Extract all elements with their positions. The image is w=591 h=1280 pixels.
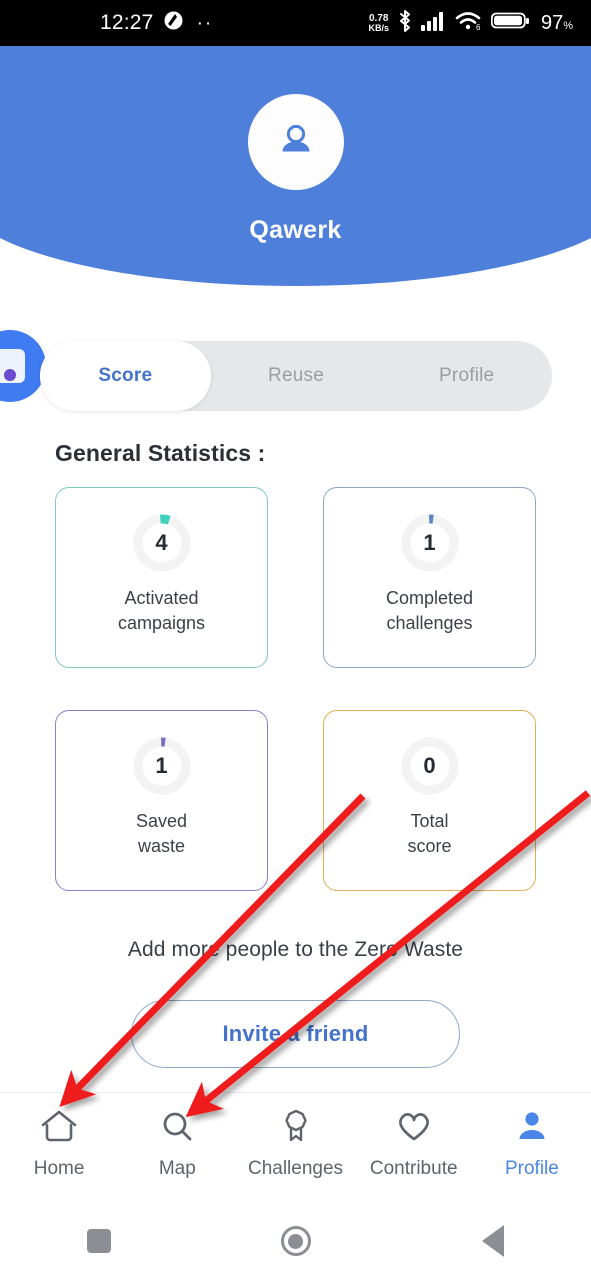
stat-card-label: Saved waste (136, 809, 187, 859)
nav-item-contribute[interactable]: Contribute (355, 1093, 473, 1203)
android-status-bar: 12:27 ·· 0.78 KB/s 6 97% (0, 0, 591, 46)
home-icon (39, 1109, 79, 1150)
search-magnifier-icon (157, 1109, 197, 1150)
stat-label-line1: Saved (135, 811, 188, 831)
battery-icon (490, 11, 531, 36)
heart-icon (394, 1109, 434, 1150)
stat-card-label: Activated campaigns (118, 586, 205, 636)
stat-label-line1: Activated (124, 588, 199, 608)
tab-score-label: Score (98, 365, 153, 386)
progress-ring: 0 (399, 735, 461, 797)
person-avatar-icon (273, 117, 319, 168)
wifi-6-icon: 6 (455, 11, 483, 36)
back-button[interactable] (394, 1225, 591, 1257)
badge-ribbon-icon (276, 1109, 316, 1150)
general-statistics-title: General Statistics : (55, 440, 266, 466)
nav-label-profile: Profile (504, 1158, 559, 1179)
recents-button[interactable] (0, 1229, 197, 1253)
nav-label-contribute: Contribute (369, 1158, 458, 1179)
nav-item-map[interactable]: Map (118, 1093, 236, 1203)
cellular-signal-icon (420, 11, 447, 36)
svg-text:6: 6 (476, 23, 481, 31)
stat-card-completed-challenges[interactable]: 1 Completed challenges (323, 487, 536, 668)
battery-percent-label: 97% (540, 11, 573, 34)
stat-label-line1: Total (410, 811, 449, 831)
avatar[interactable] (247, 94, 344, 190)
invite-a-friend-button[interactable]: Invite a friend (131, 1000, 460, 1068)
nav-item-profile[interactable]: Profile (473, 1093, 591, 1203)
nav-label-challenges: Challenges (247, 1158, 344, 1179)
network-speed-indicator: 0.78 KB/s (368, 12, 389, 33)
stat-card-label: Total score (407, 809, 451, 859)
status-bar-clock: 12:27 (100, 11, 154, 34)
person-icon (512, 1109, 552, 1150)
nav-item-home[interactable]: Home (0, 1093, 118, 1203)
progress-ring: 1 (399, 512, 461, 574)
invite-button-label: Invite a friend (222, 1021, 369, 1046)
invite-prompt-text: Add more people to the Zero Waste (127, 938, 464, 961)
tab-profile-label: Profile (439, 365, 495, 386)
bluetooth-icon (397, 9, 413, 38)
stat-card-total-score[interactable]: 0 Total score (323, 710, 536, 891)
stat-value: 1 (155, 753, 168, 778)
profile-username: Qawerk (249, 216, 342, 244)
notification-dot-icon (164, 11, 183, 35)
progress-ring: 1 (131, 735, 193, 797)
stat-label-line2: score (407, 836, 452, 856)
android-system-navigation (0, 1202, 591, 1280)
stat-value: 1 (423, 530, 436, 555)
stat-card-label: Completed challenges (386, 586, 473, 636)
tab-profile[interactable]: Profile (381, 341, 552, 411)
nav-label-map: Map (158, 1158, 196, 1179)
triangle-back-icon (481, 1225, 504, 1257)
status-bar-dots: ·· (196, 12, 214, 34)
tab-score[interactable]: Score (40, 341, 211, 411)
stat-card-saved-waste[interactable]: 1 Saved waste (55, 710, 268, 891)
stat-label-line2: campaigns (117, 613, 206, 633)
stat-label-line1: Completed (385, 588, 474, 608)
square-recents-icon (86, 1229, 111, 1253)
stat-card-activated-campaigns[interactable]: 4 Activated campaigns (55, 487, 268, 668)
statistics-card-grid: 4 Activated campaigns 1 Completed challe… (55, 487, 536, 891)
profile-header: Qawerk (0, 46, 591, 286)
network-speed-unit: KB/s (368, 22, 389, 33)
nav-label-home: Home (33, 1158, 85, 1179)
phone-screen: 12:27 ·· 0.78 KB/s 6 97% Qawerk Score Re… (0, 0, 591, 1280)
home-button[interactable] (197, 1226, 394, 1256)
badge-inner-shape (0, 349, 25, 383)
bottom-navigation-bar: Home Map Challenges Contribute Profile (0, 1092, 591, 1202)
network-speed-value: 0.78 (368, 12, 389, 24)
partial-blue-circle-badge[interactable] (0, 330, 46, 402)
status-bar-right: 0.78 KB/s 6 97% (368, 0, 573, 46)
stat-value: 4 (155, 530, 168, 555)
circle-home-icon (280, 1226, 311, 1256)
badge-dot-icon (4, 369, 16, 381)
stat-value: 0 (423, 753, 436, 778)
stat-label-line2: waste (137, 836, 185, 856)
status-bar-left: 12:27 ·· (100, 11, 213, 35)
progress-ring: 4 (131, 512, 193, 574)
stat-label-line2: challenges (386, 613, 473, 633)
nav-item-challenges[interactable]: Challenges (236, 1093, 354, 1203)
segmented-tabs: Score Reuse Profile (40, 341, 552, 411)
tab-reuse[interactable]: Reuse (211, 341, 382, 411)
tab-reuse-label: Reuse (268, 365, 324, 386)
